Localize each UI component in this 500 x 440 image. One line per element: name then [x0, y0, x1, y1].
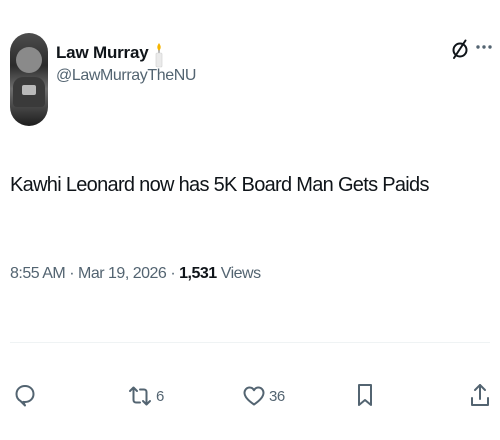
post-text: Kawhi Leonard now has 5K Board Man Gets … [10, 174, 429, 196]
share-icon [470, 383, 490, 407]
like-count: 36 [269, 387, 285, 405]
action-bar: 6 36 [0, 380, 500, 410]
post-metadata: 8:55 AM · Mar 19, 2026 · 1,531 Views [10, 265, 261, 283]
meta-separator: · [170, 265, 176, 282]
reply-button[interactable] [14, 383, 40, 407]
more-options-icon[interactable] [474, 38, 494, 58]
share-button[interactable] [470, 383, 490, 407]
repost-count: 6 [156, 387, 164, 405]
author-name[interactable]: Law Murray [56, 43, 149, 63]
meta-separator: · [69, 265, 75, 282]
views-label: Views [220, 265, 261, 282]
post-time[interactable]: 8:55 AM [10, 265, 66, 283]
grok-icon[interactable] [449, 37, 473, 61]
reply-icon [14, 383, 36, 407]
bookmark-button[interactable] [357, 383, 373, 407]
divider [10, 342, 490, 343]
repost-icon [128, 385, 152, 407]
repost-button[interactable]: 6 [128, 385, 164, 407]
post-date[interactable]: Mar 19, 2026 [78, 265, 167, 283]
author-handle[interactable]: @LawMurrayTheNU [56, 67, 196, 85]
bookmark-icon [357, 383, 373, 407]
heart-icon [243, 386, 265, 406]
like-button[interactable]: 36 [243, 386, 285, 406]
author-row: Law Murray [56, 40, 164, 68]
views-count: 1,531 [179, 265, 217, 282]
tweet: Law Murray @LawMurrayTheNU Kawhi Leonard… [0, 0, 500, 440]
candle-icon [154, 42, 164, 68]
avatar[interactable] [10, 33, 48, 126]
